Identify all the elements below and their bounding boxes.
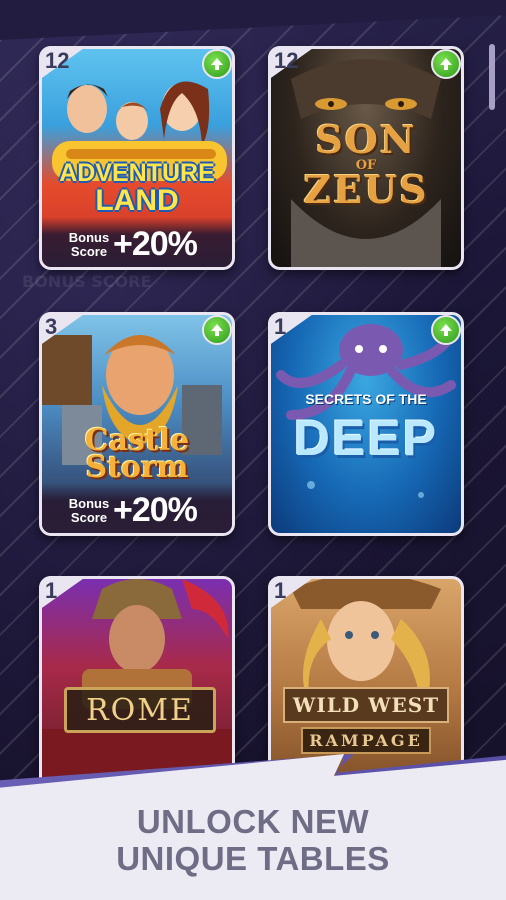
game-logo: SECRETS OF THE DEEP (271, 391, 461, 467)
tagline-line2: UNIQUE TABLES (116, 840, 390, 877)
bonus-label: Bonus Score (68, 230, 110, 259)
game-logo: WILD WEST RAMPAGE (271, 687, 461, 754)
game-title-line3: ZEUS (303, 167, 429, 212)
arrow-up-icon (202, 49, 232, 79)
table-level: 12 (45, 48, 70, 73)
table-level: 1 (274, 578, 287, 603)
bonus-label: Bonus Score (68, 496, 110, 525)
card-art: ROME (42, 579, 232, 797)
table-level: 1 (274, 314, 287, 339)
bonus-value: +20% (113, 225, 198, 263)
game-title-line1: SECRETS OF THE (305, 391, 427, 407)
game-title-line1: SON (315, 117, 417, 162)
game-title-line2: DEEP (293, 410, 439, 466)
table-card-adventure-land[interactable]: ADVENTURE LAND Bonus Score +20% 12 (39, 46, 235, 270)
game-title-line2: LAND (95, 184, 179, 217)
arrow-up-icon (431, 315, 461, 345)
game-title-line1: ROME (86, 692, 194, 728)
game-logo: SON OF ZEUS (271, 117, 461, 212)
arrow-up-icon (202, 315, 232, 345)
table-level: 1 (45, 578, 58, 603)
card-art: SON OF ZEUS (271, 49, 461, 267)
game-title-line2: RAMPAGE (301, 727, 431, 754)
scrollbar[interactable] (489, 44, 495, 110)
arrow-up-icon (431, 49, 461, 79)
tagline-line1: UNLOCK NEW (136, 803, 370, 840)
bonus-value: +20% (113, 491, 198, 529)
game-title-line2: Storm (85, 450, 189, 485)
table-card-castle-storm[interactable]: Castle Storm Bonus Score +20% 3 (39, 312, 235, 536)
game-logo: ADVENTURE LAND (42, 159, 232, 218)
game-logo: ROME (64, 687, 216, 733)
card-art: SECRETS OF THE DEEP (271, 315, 461, 533)
table-level: 12 (274, 48, 299, 73)
background-ghost-text: BONUS SCORE (22, 272, 152, 291)
table-card-secrets-of-the-deep[interactable]: SECRETS OF THE DEEP 1 (268, 312, 464, 536)
game-title-line1: WILD WEST (283, 687, 449, 723)
table-level: 3 (45, 314, 58, 339)
table-card-son-of-zeus[interactable]: SON OF ZEUS 12 (268, 46, 464, 270)
game-logo: Castle Storm (42, 423, 232, 485)
